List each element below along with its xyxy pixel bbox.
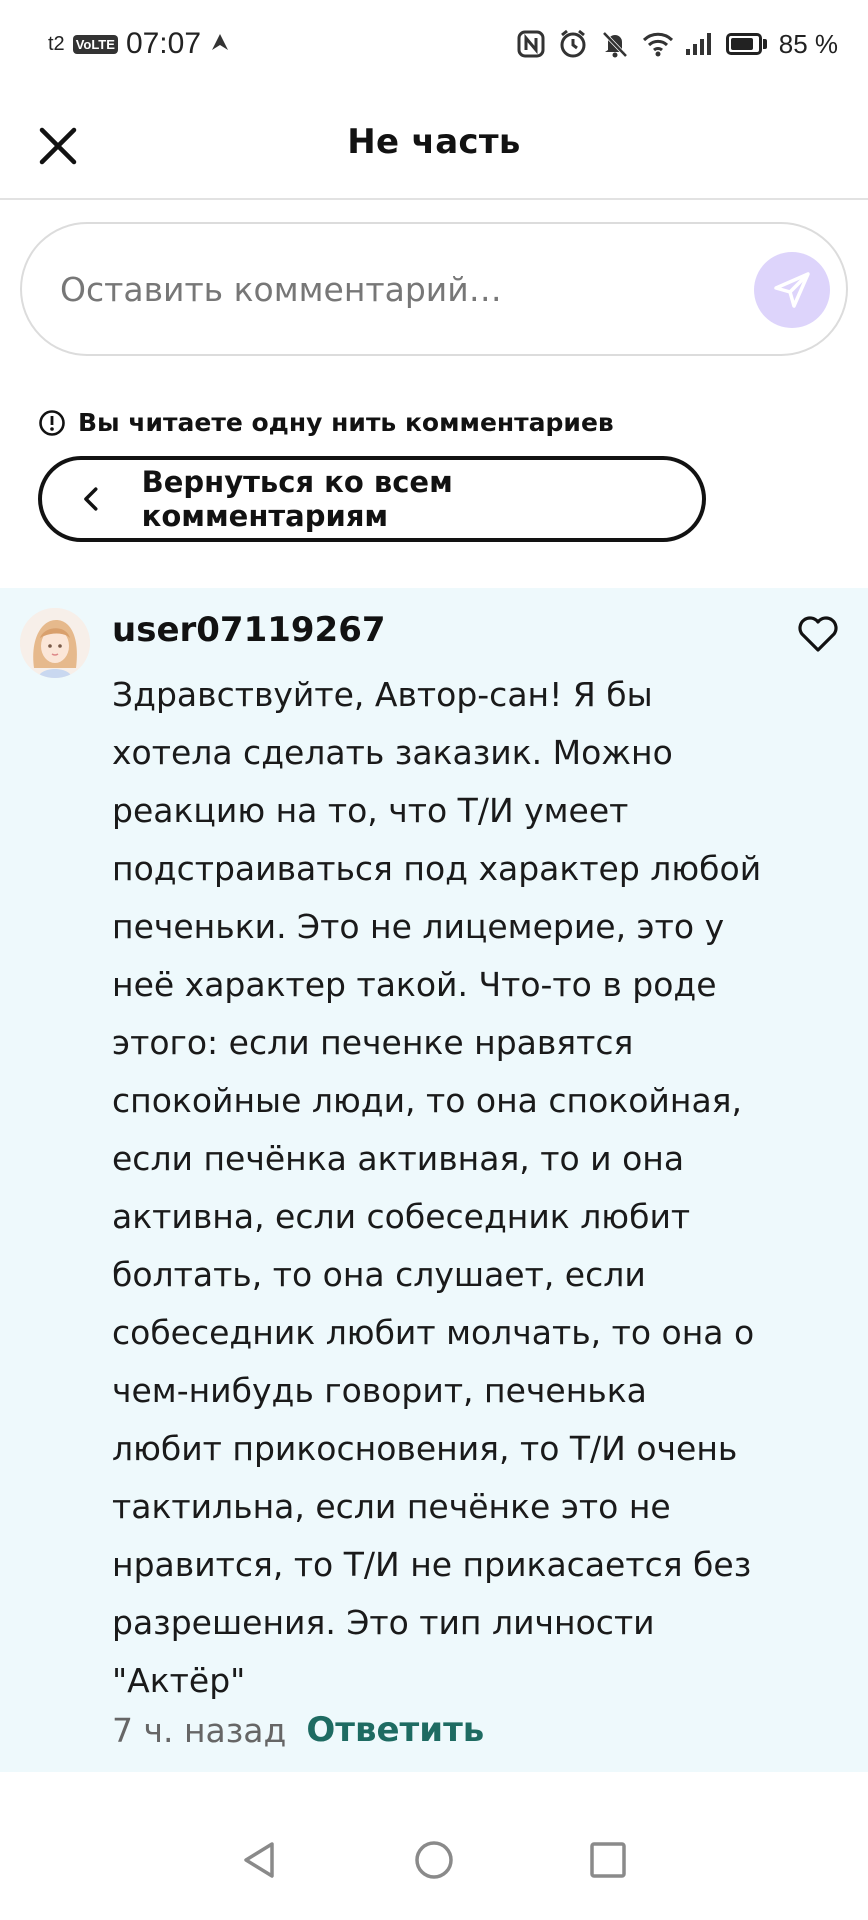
thread-notice-text: Вы читаете одну нить комментариев [78,408,614,437]
nfc-icon [516,29,546,59]
like-button[interactable] [796,612,840,656]
back-icon [244,1842,274,1878]
navigation-bar [0,1800,868,1920]
battery-percent: 85 % [778,28,838,59]
status-bar: t2 VoLTE 07:07 85 % [0,0,868,88]
page-title: Не часть [347,122,521,162]
comment-username[interactable]: user07119267 [112,610,386,650]
comment-text: Здравствуйте, Автор-сан! Я бы хотела сде… [112,675,762,1700]
status-left: t2 VoLTE 07:07 [48,27,231,61]
comment-input-container [20,222,848,356]
thread-notice: Вы читаете одну нить комментариев [38,408,614,437]
nav-recents-button[interactable] [586,1838,630,1882]
send-icon [774,272,810,308]
nav-home-button[interactable] [412,1838,456,1882]
battery-icon [725,33,767,55]
wifi-icon [642,29,673,59]
signal-icon [684,29,714,59]
comment-input[interactable] [58,268,722,310]
status-time: 07:07 [125,27,202,60]
chevron-left-icon [84,487,98,511]
nav-arrow-icon [209,27,231,61]
header: Не часть [0,92,868,200]
info-icon [39,409,65,436]
recents-icon [590,1842,626,1878]
status-right: 85 % [516,29,838,60]
back-button-label: Вернуться ко всем комментариям [141,465,453,533]
reply-button[interactable]: Ответить [306,1710,484,1750]
home-icon [415,1841,453,1879]
bell-muted-icon [600,29,630,59]
alarm-icon [558,29,588,59]
avatar[interactable] [20,608,90,678]
nav-back-button[interactable] [238,1838,282,1882]
back-to-all-comments-button[interactable]: Вернуться ко всем комментариям [38,456,706,542]
comment-meta: 7 ч. назад Ответить [112,1710,484,1750]
volte-badge: VoLTE [72,34,118,54]
heart-icon [798,616,838,652]
carrier-label: t2 [48,32,65,55]
comment-card: user07119267 Здравствуйте, Автор-сан! Я … [0,588,868,1772]
comment-time: 7 ч. назад [112,1710,287,1750]
send-button[interactable] [754,252,830,328]
